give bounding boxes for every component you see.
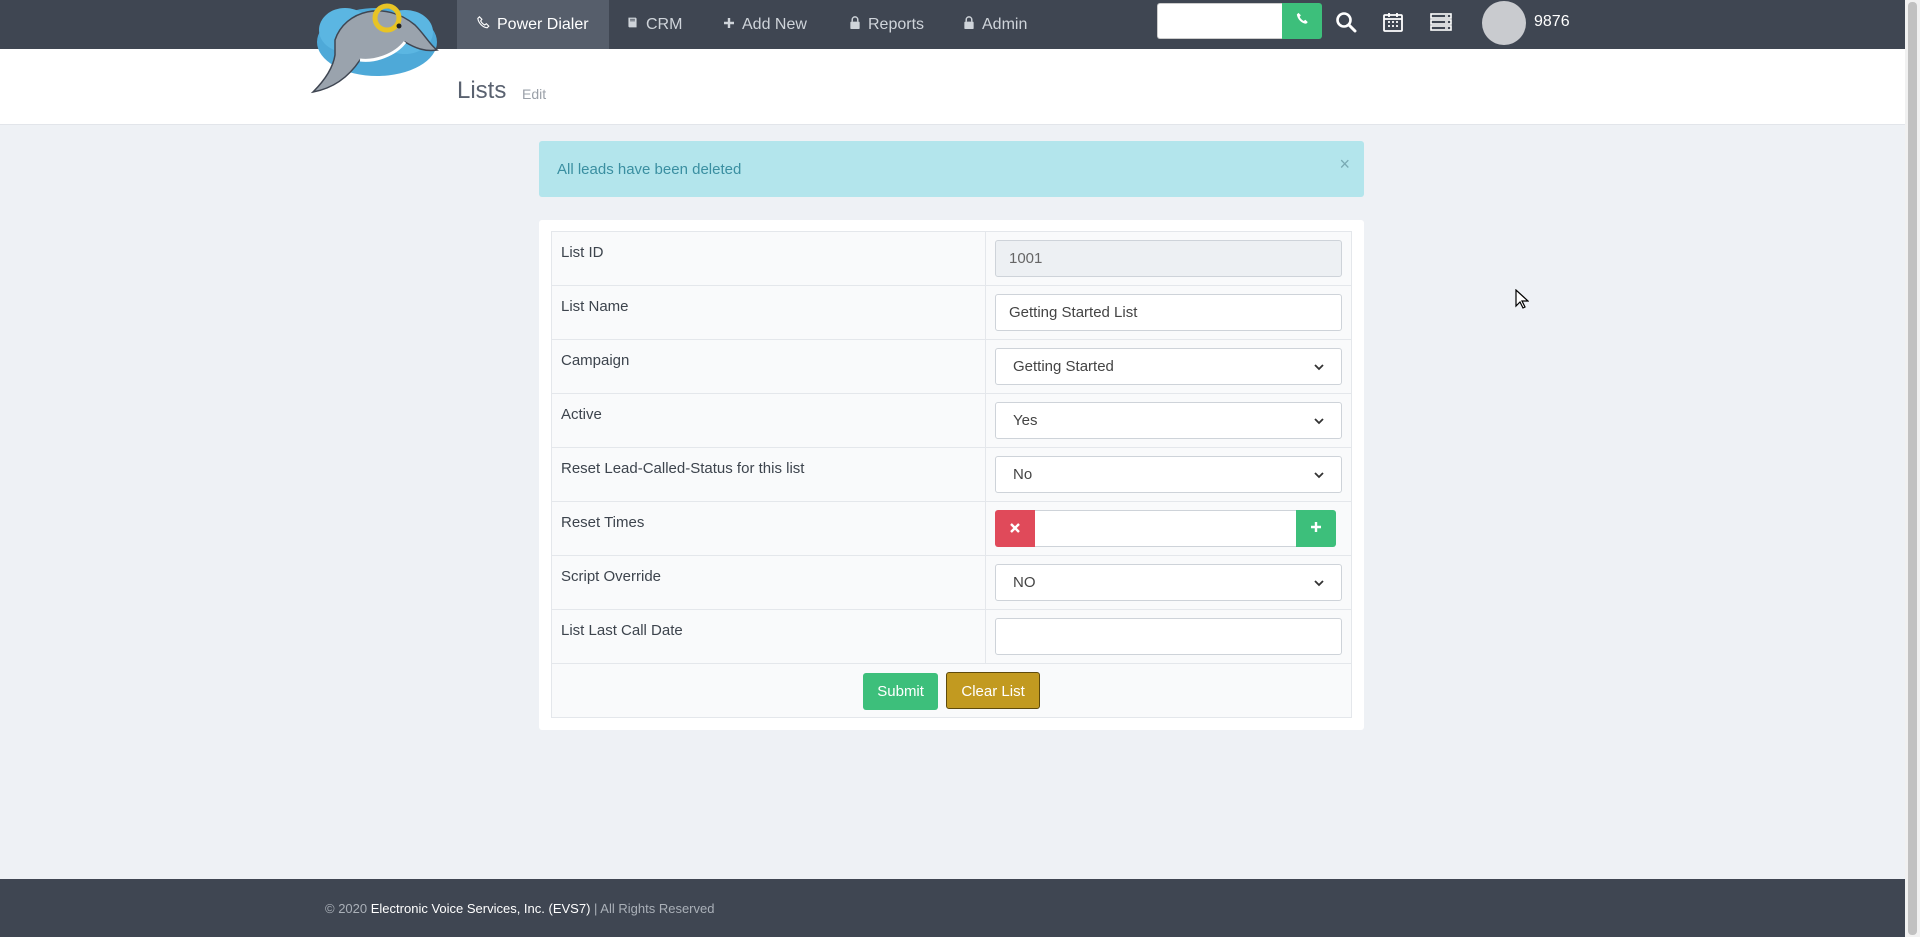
form-row-list-name: List Name Getting Started List	[551, 285, 1352, 340]
list-edit-card: List ID 1001 List Name Getting Started L…	[539, 220, 1364, 730]
list-name-field[interactable]: Getting Started List	[995, 294, 1342, 331]
footer-company-link[interactable]: Electronic Voice Services, Inc. (EVS7)	[371, 901, 591, 916]
nav-crm[interactable]: CRM	[606, 0, 702, 49]
server-list-icon[interactable]	[1429, 10, 1453, 34]
script-override-select[interactable]: NO	[995, 564, 1342, 601]
footer-rights: | All Rights Reserved	[594, 901, 715, 916]
nav-label: Power Dialer	[497, 16, 589, 33]
field-label: List Name	[551, 285, 986, 340]
success-alert: All leads have been deleted ×	[539, 141, 1364, 197]
select-value: NO	[1013, 574, 1036, 591]
footer: © 2020 Electronic Voice Services, Inc. (…	[0, 879, 1905, 937]
field-label: List Last Call Date	[551, 609, 986, 664]
calendar-icon[interactable]	[1381, 10, 1405, 34]
field-label: Reset Lead-Called-Status for this list	[551, 447, 986, 502]
chevron-down-icon	[1314, 574, 1324, 591]
form-row-list-id: List ID 1001	[551, 231, 1352, 286]
form-row-campaign: Campaign Getting Started	[551, 339, 1352, 394]
active-select[interactable]: Yes	[995, 402, 1342, 439]
list-id-field: 1001	[995, 240, 1342, 277]
nav-add-new[interactable]: Add New	[703, 0, 827, 49]
chevron-down-icon	[1314, 412, 1324, 429]
form-row-reset-status: Reset Lead-Called-Status for this list N…	[551, 447, 1352, 502]
field-label: Reset Times	[551, 501, 986, 556]
nav-label: Reports	[868, 16, 925, 33]
nav-admin[interactable]: Admin	[943, 0, 1047, 49]
list-edit-form: List ID 1001 List Name Getting Started L…	[551, 231, 1352, 718]
search-icon[interactable]	[1334, 10, 1358, 34]
chevron-down-icon	[1314, 358, 1324, 375]
reset-times-input[interactable]	[1035, 510, 1296, 547]
form-row-script-override: Script Override NO	[551, 555, 1352, 610]
remove-reset-time-button[interactable]	[995, 510, 1035, 547]
plus-icon	[1310, 520, 1322, 538]
dolphin-logo[interactable]	[305, 0, 445, 95]
mouse-cursor-icon	[1515, 288, 1530, 314]
reset-times-group	[995, 510, 1336, 547]
phone-icon	[477, 2, 490, 47]
reset-status-select[interactable]: No	[995, 456, 1342, 493]
form-row-active: Active Yes	[551, 393, 1352, 448]
dial-number-input[interactable]	[1157, 3, 1282, 39]
form-actions: Submit Clear List	[551, 663, 1352, 718]
alert-message: All leads have been deleted	[557, 161, 742, 178]
select-value: Getting Started	[1013, 358, 1114, 375]
nav-power-dialer[interactable]: Power Dialer	[457, 0, 609, 49]
user-avatar[interactable]	[1482, 1, 1526, 45]
add-reset-time-button[interactable]	[1296, 510, 1336, 547]
lock-icon	[849, 2, 861, 47]
field-label: List ID	[551, 231, 986, 286]
user-extension: 9876	[1534, 13, 1570, 30]
select-value: No	[1013, 466, 1033, 483]
nav-label: Admin	[982, 16, 1028, 33]
select-value: Yes	[1013, 412, 1038, 429]
form-row-reset-times: Reset Times	[551, 501, 1352, 556]
top-navbar: Power Dialer CRM Add New Reports Admin 9…	[0, 0, 1905, 49]
lock-icon	[963, 2, 975, 47]
field-label: Script Override	[551, 555, 986, 610]
edit-link[interactable]: Edit	[522, 86, 546, 102]
phone-icon	[1296, 12, 1309, 30]
footer-copyright: © 2020	[325, 901, 368, 916]
form-row-last-call-date: List Last Call Date	[551, 609, 1352, 664]
call-button[interactable]	[1282, 3, 1322, 39]
page-scrollbar[interactable]	[1905, 0, 1920, 937]
plus-icon	[723, 2, 735, 47]
chevron-down-icon	[1314, 466, 1324, 483]
clear-list-button[interactable]: Clear List	[946, 672, 1040, 709]
nav-label: Add New	[742, 16, 807, 33]
field-label: Active	[551, 393, 986, 448]
close-icon	[1010, 520, 1020, 538]
page-header: Lists Edit	[0, 49, 1905, 125]
close-icon[interactable]: ×	[1339, 154, 1350, 175]
last-call-date-field[interactable]	[995, 618, 1342, 655]
field-label: Campaign	[551, 339, 986, 394]
campaign-select[interactable]: Getting Started	[995, 348, 1342, 385]
nav-reports[interactable]: Reports	[829, 0, 944, 49]
submit-button[interactable]: Submit	[863, 673, 938, 710]
scrollbar-thumb[interactable]	[1908, 2, 1917, 935]
page-title: Lists	[457, 77, 507, 104]
nav-label: CRM	[646, 16, 683, 33]
book-icon	[626, 2, 639, 47]
